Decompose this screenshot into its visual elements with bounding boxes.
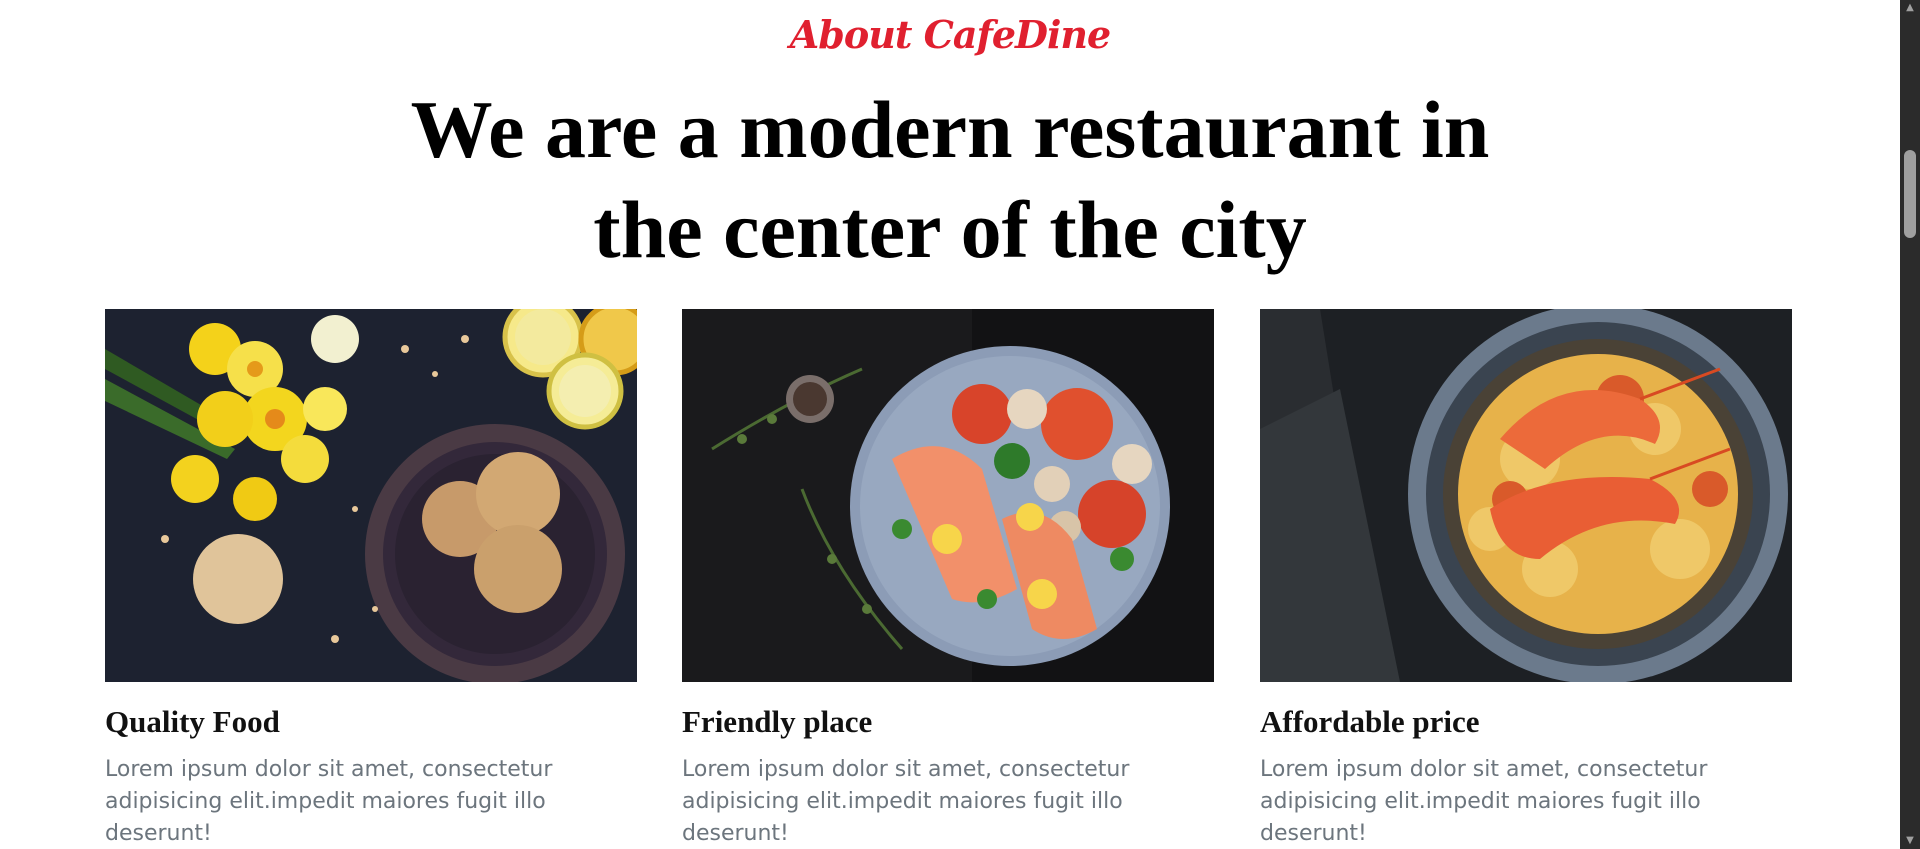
feature-title: Friendly place xyxy=(682,704,873,739)
scroll-up-arrow-icon[interactable]: ▲ xyxy=(1900,0,1920,16)
feature-image-shrimp-pasta xyxy=(1260,309,1792,682)
section-headline: We are a modern restaurant in the center… xyxy=(410,84,1490,275)
feature-card-affordable-price: Affordable price Lorem ipsum dolor sit a… xyxy=(1260,309,1792,849)
feature-image-salmon xyxy=(682,309,1214,682)
feature-title: Quality Food xyxy=(105,704,280,739)
feature-description: Lorem ipsum dolor sit amet, consectetur … xyxy=(1260,757,1708,846)
feature-description: Lorem ipsum dolor sit amet, consectetur … xyxy=(105,757,553,846)
section-eyebrow: About CafeDine xyxy=(789,12,1111,57)
feature-image-cookies xyxy=(105,309,637,682)
feature-description: Lorem ipsum dolor sit amet, consectetur … xyxy=(682,757,1130,846)
feature-title: Affordable price xyxy=(1260,704,1480,739)
scroll-down-arrow-icon[interactable]: ▼ xyxy=(1900,833,1920,849)
page-scrollbar[interactable]: ▲ ▼ xyxy=(1900,0,1920,849)
about-section: About CafeDine We are a modern restauran… xyxy=(0,0,1900,849)
feature-card-friendly-place: Friendly place Lorem ipsum dolor sit ame… xyxy=(682,309,1214,849)
scrollbar-thumb[interactable] xyxy=(1904,150,1916,238)
feature-card-quality-food: Quality Food Lorem ipsum dolor sit amet,… xyxy=(105,309,637,849)
